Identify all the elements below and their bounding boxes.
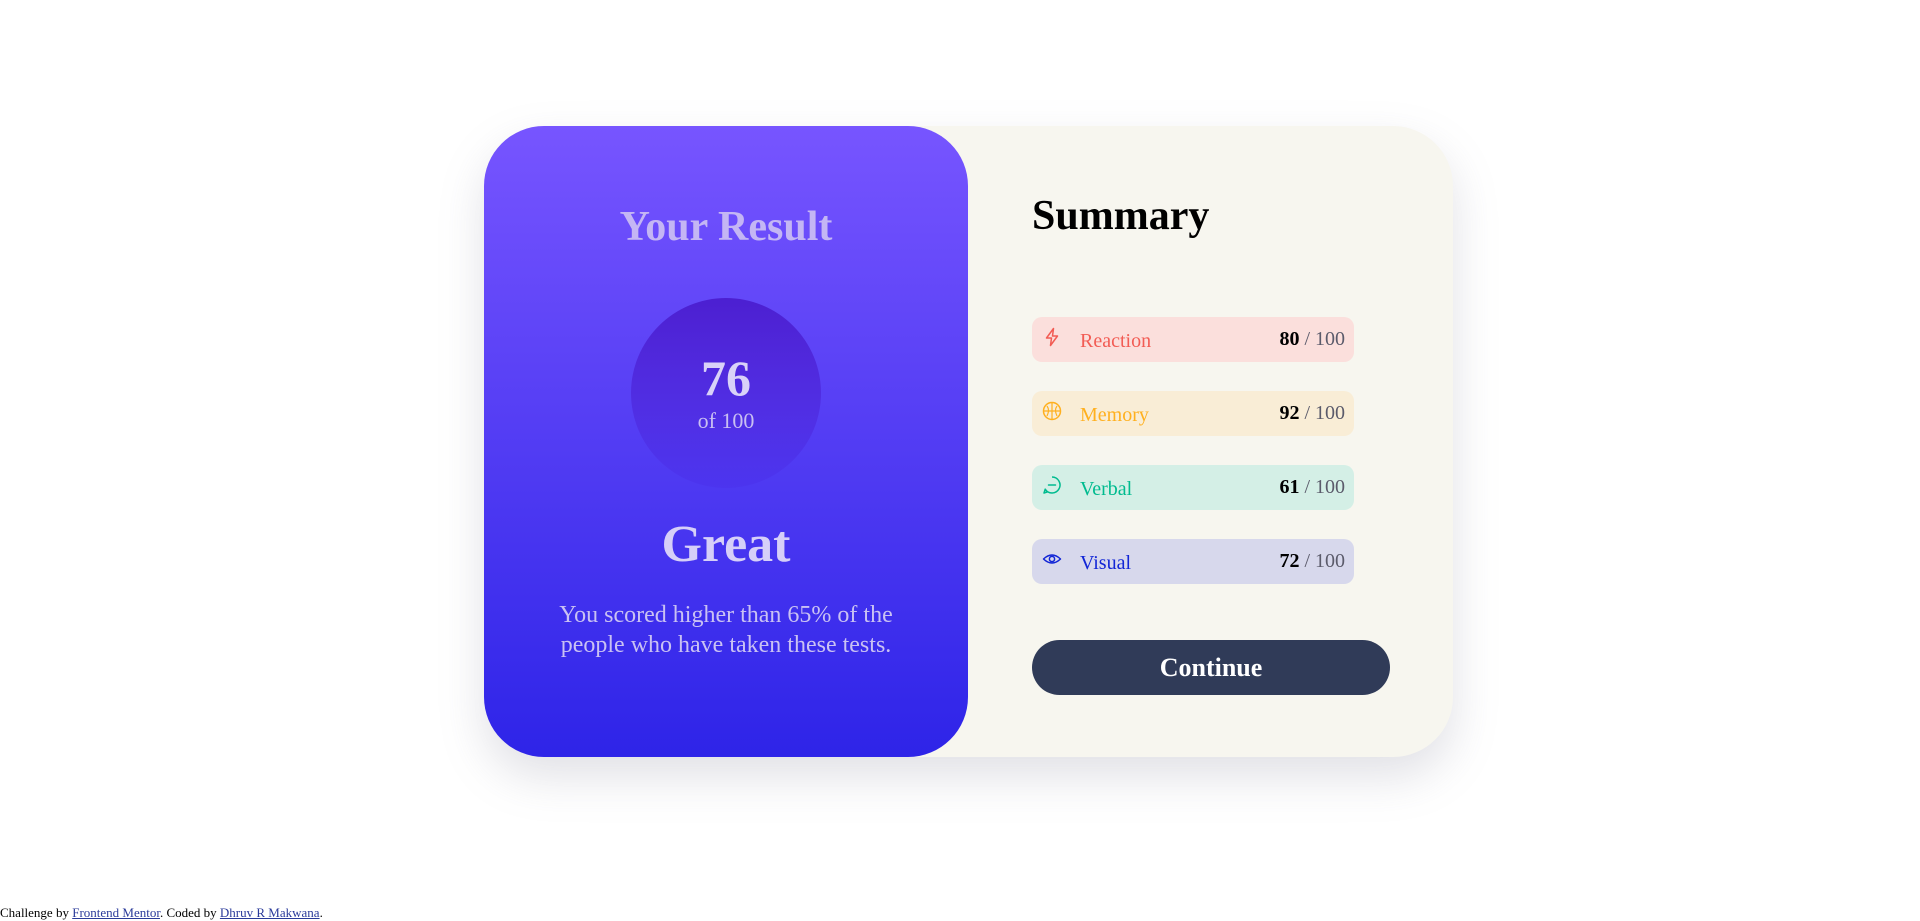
summary-row-score-max: / 100 <box>1299 476 1345 498</box>
summary-row-memory: Memory 92 / 100 <box>1032 391 1354 436</box>
summary-panel: Summary Reaction 80 / 100 Memory 92 / 10… <box>1032 126 1412 757</box>
rating-title: Great <box>661 516 791 573</box>
summary-row-reaction: Reaction 80 / 100 <box>1032 317 1354 362</box>
summary-row-label: Verbal <box>1080 478 1133 500</box>
eye-icon <box>1042 554 1062 564</box>
results-summary-card: Your Result 76 of 100 Great You scored h… <box>484 126 1453 757</box>
summary-row-score-value: 92 <box>1279 402 1300 424</box>
summary-row-score: 80 / 100 <box>1279 327 1345 351</box>
summary-row-label: Visual <box>1080 552 1132 574</box>
summary-row-score-max: / 100 <box>1299 550 1345 572</box>
chat-bubble-icon <box>1043 476 1061 494</box>
summary-row-score-value: 61 <box>1279 476 1300 498</box>
brain-icon <box>1042 401 1062 421</box>
summary-list: Reaction 80 / 100 Memory 92 / 100 Verbal… <box>1032 317 1354 613</box>
summary-row-score-max: / 100 <box>1299 402 1345 424</box>
result-panel: Your Result 76 of 100 Great You scored h… <box>484 126 968 757</box>
score-value: 76 <box>701 350 751 406</box>
continue-button[interactable]: Continue <box>1032 640 1390 695</box>
summary-row-score-value: 72 <box>1279 550 1300 572</box>
result-description: You scored higher than 65% of the people… <box>559 602 893 658</box>
result-title: Your Result <box>619 204 833 250</box>
attribution: Challenge by Frontend Mentor. Coded by D… <box>0 905 323 921</box>
summary-row-verbal: Verbal 61 / 100 <box>1032 465 1354 510</box>
summary-title: Summary <box>1032 193 1210 239</box>
score-total: of 100 <box>697 408 755 433</box>
summary-row-score: 92 / 100 <box>1279 401 1345 425</box>
lightning-icon <box>1045 327 1059 347</box>
summary-row-score: 72 / 100 <box>1279 549 1345 573</box>
score-circle: 76 of 100 <box>631 298 821 488</box>
summary-row-visual: Visual 72 / 100 <box>1032 539 1354 584</box>
summary-row-score-max: / 100 <box>1299 328 1345 350</box>
summary-row-label: Memory <box>1080 404 1149 426</box>
summary-row-score: 61 / 100 <box>1279 475 1345 499</box>
summary-row-label: Reaction <box>1080 330 1152 352</box>
summary-row-score-value: 80 <box>1279 328 1300 350</box>
